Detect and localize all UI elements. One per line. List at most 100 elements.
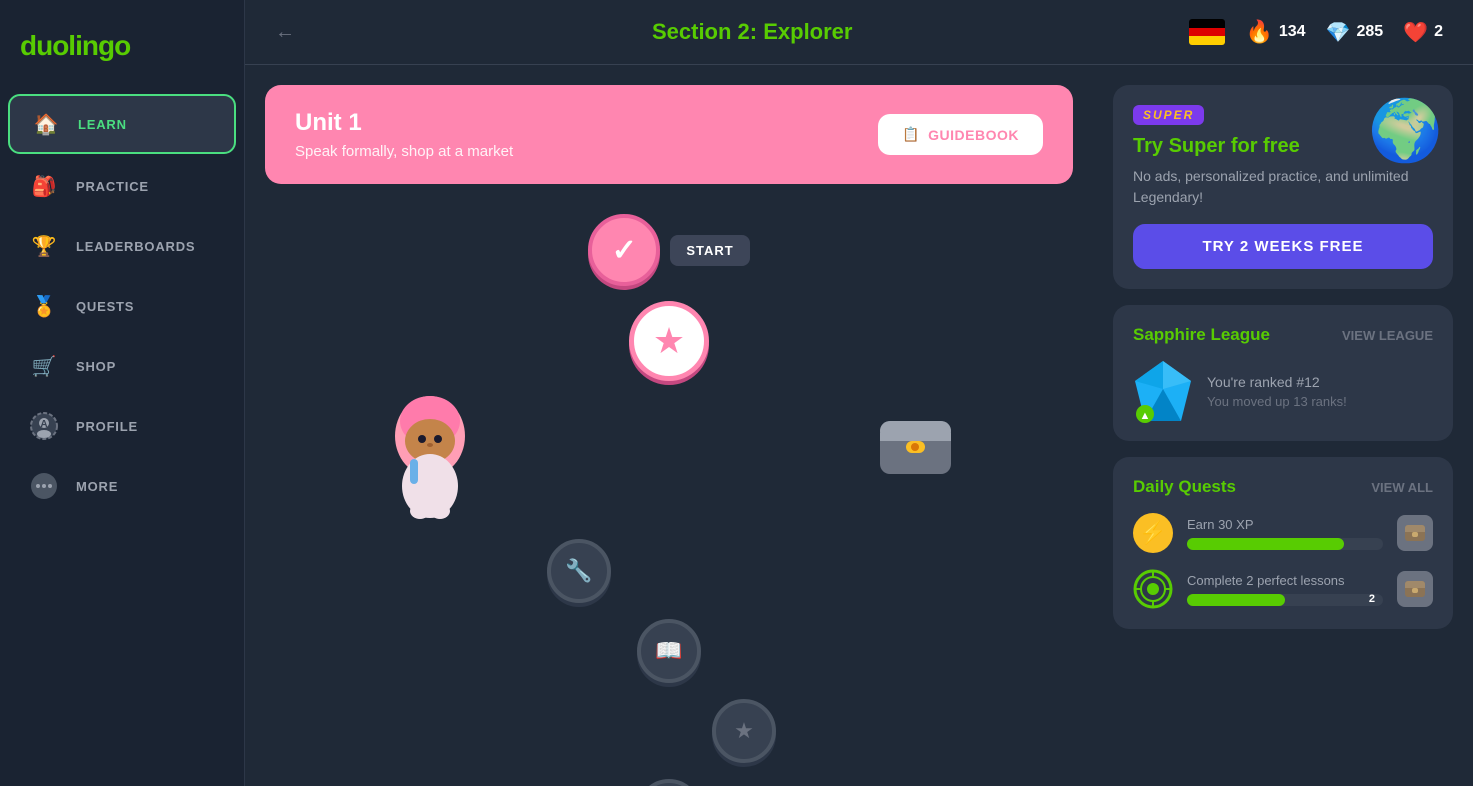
view-league-link[interactable]: VIEW LEAGUE [1342,328,1433,343]
profile-icon: A [28,410,60,442]
heart-count: 2 [1434,23,1443,41]
quest-earn-xp-progress-bar [1187,538,1383,550]
book-icon: 📖 [655,638,682,664]
chest-node[interactable] [878,411,953,481]
sidebar-item-more[interactable]: MORE [8,458,236,514]
league-moved: You moved up 13 ranks! [1207,394,1347,409]
globe-icon: 🌍 [1368,95,1443,166]
guidebook-label: GUIDEBOOK [928,127,1019,143]
league-text: You're ranked #12 You moved up 13 ranks! [1207,374,1347,409]
quests-icon: 🏅 [28,290,60,322]
super-badge: SUPER [1133,105,1204,125]
league-rank: You're ranked #12 [1207,374,1347,390]
sidebar-label-quests: QUESTS [76,299,134,314]
quest-perfect-lessons-bar: 2 [1187,594,1383,606]
more-icon [28,470,60,502]
super-promo-card: 🌍 SUPER Try Super for free No ads, perso… [1113,85,1453,289]
sidebar-label-shop: SHOP [76,359,116,374]
heart-icon: ❤️ [1403,20,1428,45]
quest-perfect-lessons-label: Complete 2 perfect lessons [1187,573,1383,588]
league-card-header: Sapphire League VIEW LEAGUE [1133,325,1433,345]
gem-icon: 💎 [1326,20,1351,45]
quest-earn-xp-details: Earn 30 XP [1187,517,1383,550]
character [385,391,475,526]
quest-item-perfect-lessons: Complete 2 perfect lessons 2 [1133,569,1433,609]
sidebar-item-quests[interactable]: 🏅 QUESTS [8,278,236,334]
unit-description: Speak formally, shop at a market [295,143,513,160]
sidebar-item-shop[interactable]: 🛒 SHOP [8,338,236,394]
sidebar-label-leaderboards: LEADERBOARDS [76,239,195,254]
sidebar-item-leaderboards[interactable]: 🏆 LEADERBOARDS [8,218,236,274]
back-button[interactable]: ← [275,21,295,44]
daily-quests-card: Daily Quests VIEW ALL ⚡ Earn 30 XP [1113,457,1453,629]
node-inactive-2[interactable]: ★ [712,699,776,763]
gem-stat[interactable]: 💎 285 [1326,20,1384,45]
start-label: START [670,235,749,266]
path-nodes: ✓ START ★ [265,214,1073,786]
sidebar-item-practice[interactable]: 🎒 PRACTICE [8,158,236,214]
star-icon-inactive: ★ [734,718,754,744]
quests-title: Daily Quests [1133,477,1236,497]
lightning-icon: ⚡ [1133,513,1173,553]
super-description: No ads, personalized practice, and unlim… [1133,166,1433,208]
sidebar-label-profile: PROFILE [76,419,138,434]
language-flag[interactable] [1189,19,1225,45]
shop-icon: 🛒 [28,350,60,382]
sapphire-league-icon: ▲ [1133,361,1193,421]
flag-red-stripe [1189,28,1225,37]
fire-stat[interactable]: 🔥 134 [1245,19,1305,45]
quest-earn-xp-fill [1187,538,1344,550]
svg-text:▲: ▲ [1140,410,1151,422]
node-inactive-1[interactable]: 📖 [637,619,701,683]
fire-count: 134 [1279,23,1306,41]
sidebar: duolingo 🏠 LEARN 🎒 PRACTICE 🏆 LEADERBOAR… [0,0,245,786]
practice-icon: 🎒 [28,170,60,202]
unit-info: Unit 1 Speak formally, shop at a market [295,109,513,160]
sidebar-label-more: MORE [76,479,118,494]
header: ← Section 2: Explorer 🔥 134 💎 285 ❤️ [245,0,1473,65]
quest-earn-xp-label: Earn 30 XP [1187,517,1383,532]
learning-path: Unit 1 Speak formally, shop at a market … [245,65,1093,786]
quests-card-header: Daily Quests VIEW ALL [1133,477,1433,497]
quest-perfect-reward [1397,571,1433,607]
quest-item-earn-xp: ⚡ Earn 30 XP [1133,513,1433,553]
quest-perfect-lessons-details: Complete 2 perfect lessons 2 [1187,573,1383,606]
node-active-0[interactable]: ★ [629,301,709,381]
page-title: Section 2: Explorer [315,19,1189,45]
header-stats: 🔥 134 💎 285 ❤️ 2 [1189,19,1443,45]
star-icon-active: ★ [653,320,685,362]
learn-icon: 🏠 [30,108,62,140]
view-all-quests-link[interactable]: VIEW ALL [1371,480,1433,495]
leaderboards-icon: 🏆 [28,230,60,262]
heart-stat[interactable]: ❤️ 2 [1403,20,1443,45]
fire-icon: 🔥 [1245,19,1272,45]
unit-card: Unit 1 Speak formally, shop at a market … [265,85,1073,184]
sidebar-item-profile[interactable]: A PROFILE [8,398,236,454]
quest-perfect-fill [1187,594,1285,606]
app-logo: duolingo [0,20,244,92]
guidebook-button[interactable]: 📋 GUIDEBOOK [878,114,1043,155]
node-inactive-0[interactable]: 🔧 [547,539,611,603]
quest-progress-label: 2 [1369,593,1375,605]
league-content: ▲ You're ranked #12 You moved up 13 rank… [1133,361,1433,421]
right-panel: 🌍 SUPER Try Super for free No ads, perso… [1093,65,1473,786]
node-inactive-3[interactable] [637,779,701,786]
try-free-button[interactable]: TRY 2 WEEKS FREE [1133,224,1433,269]
sidebar-label-learn: LEARN [78,117,127,132]
quest-earn-xp-reward [1397,515,1433,551]
svg-text:A: A [40,419,47,430]
flag-gold-stripe [1189,36,1225,45]
league-card: Sapphire League VIEW LEAGUE ▲ [1113,305,1453,441]
flag-black-stripe [1189,19,1225,28]
content-area: Unit 1 Speak formally, shop at a market … [245,65,1473,786]
dumbbell-icon: 🔧 [565,558,592,584]
sidebar-item-learn[interactable]: 🏠 LEARN [8,94,236,154]
league-title: Sapphire League [1133,325,1270,345]
node-completed-0[interactable]: ✓ [588,214,660,286]
guidebook-icon: 📋 [902,126,920,143]
checkmark-icon: ✓ [612,233,637,268]
unit-title: Unit 1 [295,109,513,137]
sidebar-label-practice: PRACTICE [76,179,149,194]
gem-count: 285 [1356,23,1383,41]
target-icon [1133,569,1173,609]
